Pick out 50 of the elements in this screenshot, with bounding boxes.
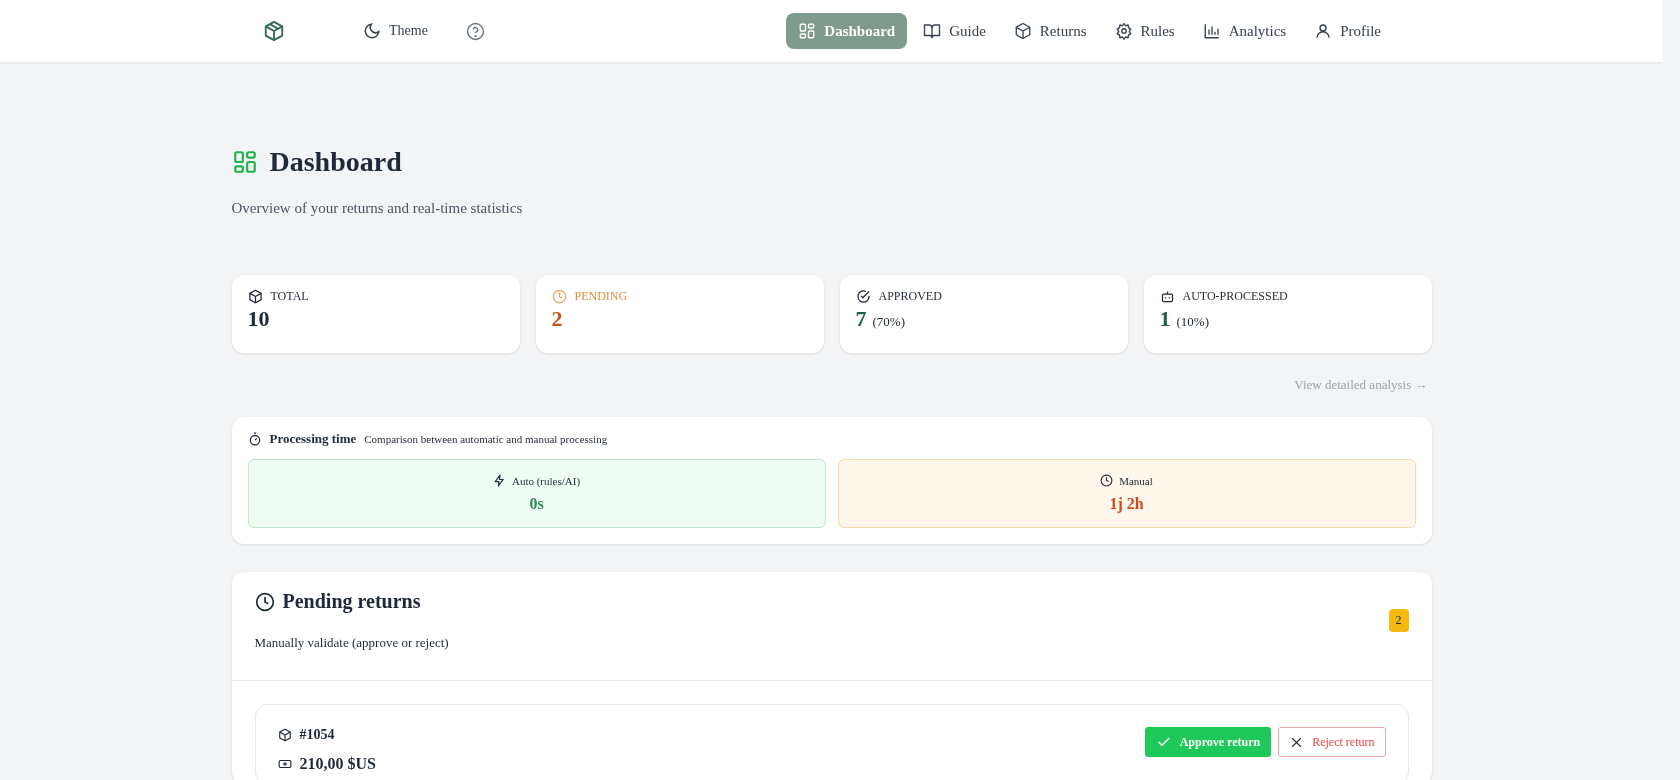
return-amount: 210,00 $US [299,755,376,773]
nav-tab[interactable]: Returns [1001,13,1099,49]
return-number: #1054 [299,727,335,743]
grid-icon [798,22,817,40]
nav-tab[interactable]: Guide [911,13,998,49]
stat-value: 7 [855,306,867,332]
time-label: Manual [1119,474,1153,487]
check-circle-icon [855,289,871,304]
book-icon [923,22,942,40]
theme-button[interactable]: Theme [355,16,436,46]
nav-tab[interactable]: Rules [1102,13,1187,49]
stat-value: 2 [551,306,563,332]
page-subtitle: Overview of your returns and real-time statistics [231,200,524,217]
time-label: Auto (rules/AI) [511,474,581,487]
stat-percent: (10%) [1176,314,1209,330]
stat-label: AUTO-PROCESSED [1182,289,1288,304]
nav-tab[interactable]: Profile [1302,13,1393,49]
box-logo-icon[interactable] [263,20,285,42]
reject-button[interactable]: Reject return [1278,727,1386,757]
settings-icon [1114,22,1133,40]
count-badge: 2 [1388,609,1409,632]
grid-icon [231,149,258,175]
section-subtitle: Comparison between automatic and manual processing [364,433,608,445]
clock-icon [1100,474,1114,487]
user-icon [1314,22,1333,40]
stat-label: PENDING [574,289,628,304]
banknote-icon [277,757,292,771]
stat-value: 10 [247,306,270,332]
box-icon [1013,22,1032,40]
nav-tab[interactable]: Analytics [1190,13,1299,49]
clock-icon [254,591,275,612]
section-title: Processing time [269,431,357,447]
bar-chart-icon [1202,22,1221,40]
time-value: 1j 2h [1109,495,1144,513]
lightning-icon [492,474,506,487]
clock-icon [551,289,567,304]
help-icon[interactable] [465,21,485,41]
section-title: Pending returns [282,590,421,613]
moon-icon [363,22,381,40]
stat-value: 1 [1159,306,1171,332]
robot-icon [1159,289,1175,304]
stat-label: TOTAL [270,289,309,304]
box-icon [247,289,263,304]
page-title: Dashboard [269,146,402,178]
section-subtitle: Manually validate (approve or reject) [254,635,449,651]
box-icon [277,728,292,742]
stat-label: APPROVED [878,289,942,304]
time-value: 0s [529,495,544,513]
stat-percent: (70%) [872,314,905,330]
stopwatch-icon [247,432,262,446]
